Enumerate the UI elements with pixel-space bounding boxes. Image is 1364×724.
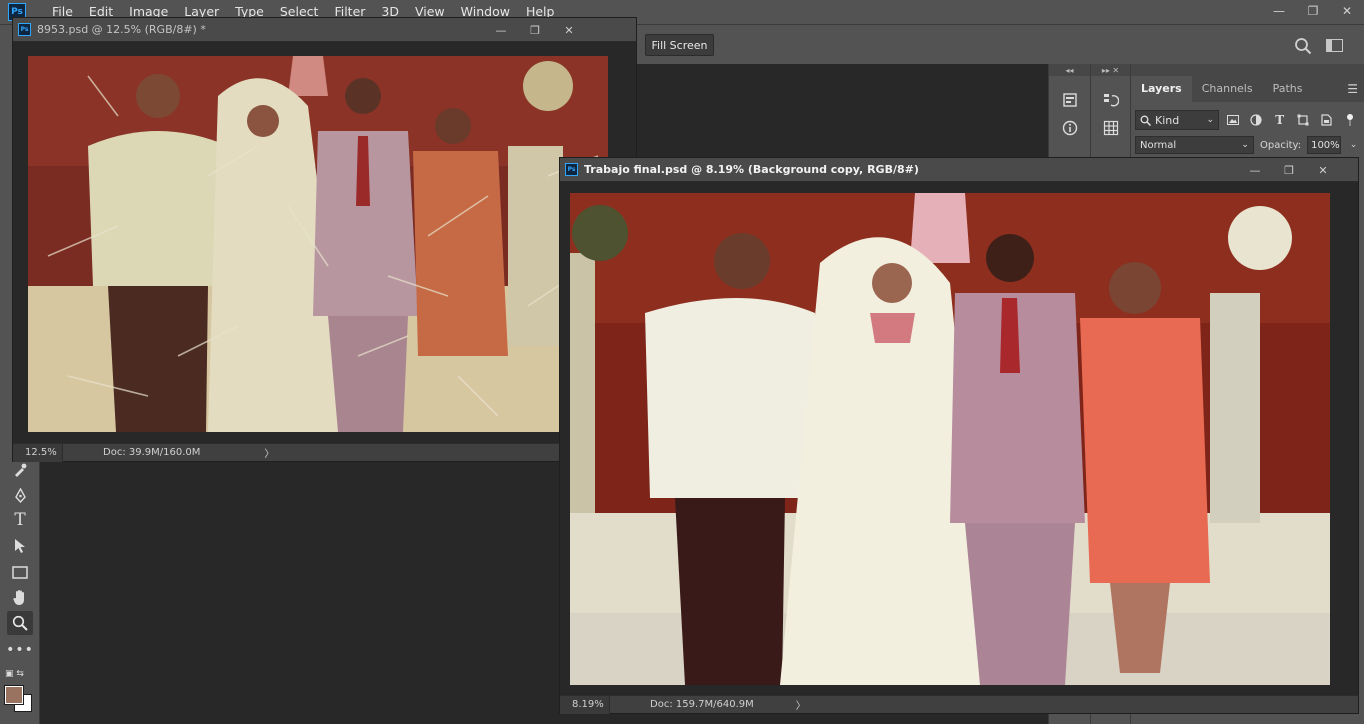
status-menu-arrow-icon[interactable]: 〉 [264, 445, 274, 460]
minimize-button[interactable]: — [484, 18, 518, 42]
tab-channels[interactable]: Channels [1192, 76, 1263, 102]
document-canvas[interactable] [13, 42, 636, 443]
minimize-button[interactable]: — [1238, 158, 1272, 182]
rectangle-tool-icon[interactable] [7, 560, 33, 584]
app-window-controls: — ❐ ✕ [1262, 0, 1364, 22]
document-size-info: Doc: 39.9M/160.0M [103, 447, 201, 458]
document-window-trabajo-final: Ps Trabajo final.psd @ 8.19% (Background… [559, 157, 1359, 714]
shape-layer-filter-icon[interactable] [1294, 110, 1313, 130]
info-panel-icon[interactable] [1049, 114, 1090, 142]
photoshop-window: Ps File Edit Image Layer Type Select Fil… [0, 0, 1364, 724]
kind-filter-select[interactable]: Kind ⌄ [1135, 110, 1220, 130]
blend-mode-value: Normal [1140, 139, 1177, 151]
properties-panel-icon[interactable] [1049, 86, 1090, 114]
zoom-level-field[interactable]: 8.19% [560, 695, 610, 714]
opacity-field[interactable]: 100% [1307, 136, 1342, 154]
blend-row: Normal ⌄ Opacity: 100% ⌄ [1131, 130, 1364, 154]
restore-button[interactable]: ❐ [518, 18, 552, 42]
ps-document-icon: Ps [565, 163, 578, 176]
tab-paths[interactable]: Paths [1263, 76, 1313, 102]
restore-button[interactable]: ❐ [1296, 0, 1330, 22]
type-tool-icon[interactable]: T [7, 508, 33, 532]
workspace-icon[interactable] [1326, 39, 1343, 52]
zoom-level-field[interactable]: 12.5% [13, 443, 63, 462]
layer-filter-row: Kind ⌄ T [1131, 102, 1364, 130]
close-button[interactable]: ✕ [1306, 158, 1340, 182]
hand-tool-icon[interactable] [7, 585, 33, 609]
damaged-photo [28, 56, 608, 432]
close-button[interactable]: ✕ [552, 18, 586, 42]
document-title-bar[interactable]: Ps 8953.psd @ 12.5% (RGB/8#) * — ❐ ✕ [13, 18, 636, 42]
search-icon[interactable] [1294, 37, 1312, 55]
document-size-info: Doc: 159.7M/640.9M [650, 699, 754, 710]
history-panel-icon[interactable] [1091, 86, 1130, 114]
restored-photo [570, 193, 1330, 685]
status-menu-arrow-icon[interactable]: 〉 [796, 697, 806, 712]
filter-toggle-icon[interactable] [1340, 110, 1359, 130]
type-layer-filter-icon[interactable]: T [1270, 110, 1289, 130]
collapse-panel-icon[interactable]: ◂◂ [1049, 64, 1090, 76]
more-tools-icon[interactable]: ••• [6, 638, 33, 662]
smart-object-filter-icon[interactable] [1317, 110, 1336, 130]
foreground-color-swatch[interactable] [4, 685, 24, 705]
document-status-bar: 8.19% Doc: 159.7M/640.9M 〉 [560, 695, 1358, 714]
panel-tabs: Layers Channels Paths ☰ [1131, 64, 1364, 102]
ps-document-icon: Ps [18, 23, 31, 36]
kind-filter-label: Kind [1155, 113, 1180, 127]
document-window-8953: Ps 8953.psd @ 12.5% (RGB/8#) * — ❐ ✕ 12.… [12, 17, 637, 462]
close-button[interactable]: ✕ [1330, 0, 1364, 22]
path-selection-tool-icon[interactable] [7, 534, 33, 558]
chevron-down-icon: ⌄ [1206, 115, 1215, 125]
search-icon [1140, 115, 1151, 126]
opacity-label: Opacity: [1259, 139, 1302, 151]
chevron-down-icon: ⌄ [1241, 140, 1249, 150]
chevron-down-icon[interactable]: ⌄ [1347, 136, 1360, 154]
tab-layers[interactable]: Layers [1131, 76, 1192, 102]
grid-panel-icon[interactable] [1091, 114, 1130, 142]
document-title-bar[interactable]: Ps Trabajo final.psd @ 8.19% (Background… [560, 158, 1358, 182]
document-window-controls: — ❐ ✕ [1238, 158, 1340, 182]
document-title: 8953.psd @ 12.5% (RGB/8#) * [37, 23, 206, 36]
panel-menu-icon[interactable]: ☰ [1347, 82, 1358, 96]
pen-tool-icon[interactable] [7, 483, 33, 507]
pixel-layer-filter-icon[interactable] [1223, 110, 1242, 130]
document-window-controls: — ❐ ✕ [484, 18, 586, 42]
document-canvas[interactable] [560, 182, 1358, 695]
minimize-button[interactable]: — [1262, 0, 1296, 22]
default-colors-icon[interactable]: ▣ ⇆ [5, 669, 24, 679]
document-title: Trabajo final.psd @ 8.19% (Background co… [584, 163, 919, 176]
blend-mode-select[interactable]: Normal ⌄ [1135, 136, 1254, 154]
restore-button[interactable]: ❐ [1272, 158, 1306, 182]
zoom-tool-icon[interactable] [7, 611, 33, 635]
adjustment-layer-filter-icon[interactable] [1247, 110, 1266, 130]
document-status-bar: 12.5% Doc: 39.9M/160.0M 〉 [13, 443, 636, 462]
expand-panel-icon[interactable]: ▸▸ ✕ [1091, 64, 1130, 76]
fill-screen-button[interactable]: Fill Screen [645, 34, 714, 56]
